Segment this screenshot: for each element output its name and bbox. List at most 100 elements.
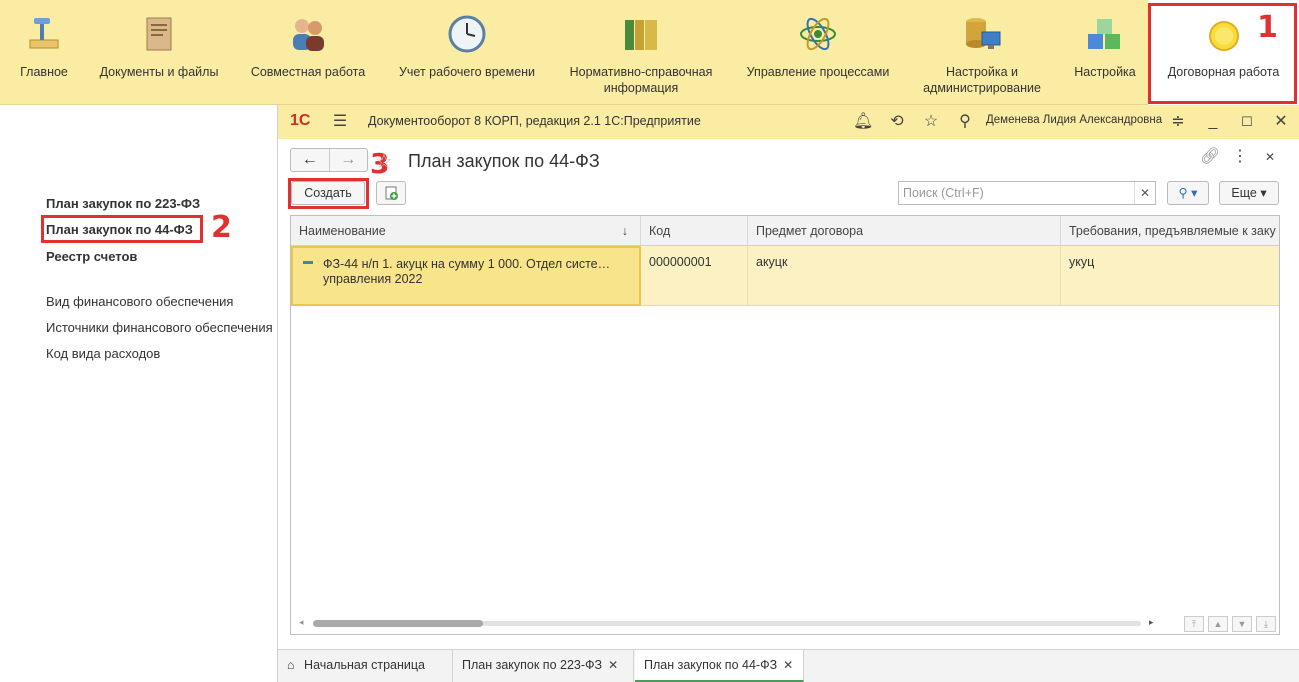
column-header-requirements[interactable]: Требования, предъявляемые к заку (1061, 216, 1279, 246)
search-icon[interactable]: ⚲ (955, 112, 975, 132)
cell-name[interactable]: ФЗ-44 н/п 1. акуцк на сумму 1 000. Отдел… (291, 246, 641, 306)
logo-1c: 1С (290, 112, 311, 129)
app-window: 1С ☰ Документооборот 8 КОРП, редакция 2.… (277, 105, 1299, 682)
nav-buttons: ← → (290, 148, 368, 172)
section-documents[interactable]: Документы и файлы (88, 0, 230, 105)
tab-label: План закупок по 223-ФЗ (462, 658, 603, 672)
form-title: План закупок по 44-ФЗ (408, 151, 600, 171)
tab-close-icon[interactable]: ✕ (608, 658, 618, 672)
section-label: Настройка (1074, 65, 1136, 79)
section-label: Настройка и администрирование (923, 65, 1041, 95)
scroll-down-icon[interactable]: ▼ (1232, 616, 1252, 632)
back-arrow-icon[interactable]: ← (291, 149, 329, 171)
more-vertical-icon[interactable]: ⋮ (1230, 147, 1250, 167)
section-label: Главное (20, 65, 68, 79)
bell-icon[interactable]: 🔔︎ (853, 112, 873, 132)
window-titlebar: 1С ☰ Документооборот 8 КОРП, редакция 2.… (278, 105, 1299, 139)
data-table: Наименование ↓ Код Предмет договора Требо… (290, 215, 1280, 635)
scroll-left-icon[interactable]: ◂ (299, 617, 304, 628)
section-reference-info[interactable]: Нормативно-справочная информация (548, 0, 734, 105)
horizontal-scrollbar[interactable]: ◂ ▸ ⤒ ▲ ▼ ⤓ (291, 612, 1279, 634)
search-placeholder: Поиск (Ctrl+F) (903, 186, 984, 200)
settings-menu-icon[interactable]: ≑ (1168, 112, 1188, 132)
marker-2: 2 (211, 210, 232, 245)
document-folder-icon (139, 14, 179, 54)
link-icon[interactable]: 🔗︎ (1200, 147, 1220, 167)
search-field[interactable]: Поиск (Ctrl+F) ✕ (898, 181, 1156, 205)
marker-1: 1 (1257, 10, 1278, 45)
list-form: ← → 3 ☆ План закупок по 44-ФЗ 🔗︎ ⋮ ✕ Соз… (278, 139, 1299, 649)
tab-plan-223[interactable]: План закупок по 223-ФЗ ✕ (453, 650, 634, 682)
close-icon[interactable]: ✕ (1271, 112, 1291, 132)
section-label: Документы и файлы (99, 65, 219, 79)
tab-label: План закупок по 44-ФЗ (644, 658, 778, 672)
history-icon[interactable]: ⟲ (887, 112, 907, 132)
cell-name-line2: управления 2022 (323, 272, 423, 286)
table-row[interactable]: ФЗ-44 н/п 1. акуцк на сумму 1 000. Отдел… (291, 246, 1279, 306)
window-title: Документооборот 8 КОРП, редакция 2.1 1С:… (368, 114, 701, 128)
desk-lamp-icon (24, 14, 64, 54)
clear-icon[interactable]: ✕ (1134, 182, 1155, 204)
more-button[interactable]: Еще ▾ (1219, 181, 1279, 205)
section-settings[interactable]: Настройка (1062, 0, 1148, 105)
section-time-tracking[interactable]: Учет рабочего времени (386, 0, 548, 105)
scroll-right-icon[interactable]: ▸ (1149, 617, 1154, 628)
search-options-button[interactable]: ⚲ ▾ (1167, 181, 1209, 205)
user-name[interactable]: Деменева Лидия Александровна (986, 114, 1162, 126)
clock-icon (447, 14, 487, 54)
item-marker-icon (303, 261, 313, 264)
home-icon: ⌂ (287, 658, 295, 672)
column-header-name[interactable]: Наименование ↓ (291, 216, 641, 246)
cell-code[interactable]: 000000001 (641, 246, 748, 306)
highlight-box-2 (41, 215, 203, 243)
star-icon[interactable]: ☆ (921, 112, 941, 132)
minimize-icon[interactable]: _ (1203, 112, 1223, 132)
nav-item-financing-type[interactable]: Вид финансового обеспечения (46, 294, 233, 309)
column-header-code[interactable]: Код (641, 216, 748, 246)
cell-name-line1: ФЗ-44 н/п 1. акуцк на сумму 1 000. Отдел… (323, 257, 611, 271)
nav-item-invoice-registry[interactable]: Реестр счетов (46, 249, 137, 264)
navigation-panel: План закупок по 223-ФЗ План закупок по 4… (0, 105, 277, 682)
highlight-box-3 (288, 178, 369, 209)
nav-item-financing-sources[interactable]: Источники финансового обеспечения (46, 320, 273, 335)
binders-icon (621, 14, 661, 54)
cell-subject[interactable]: акуцк (748, 246, 1061, 306)
section-label: Совместная работа (250, 65, 366, 79)
section-label: Управление процессами (746, 65, 890, 79)
more-label: Еще (1231, 186, 1257, 200)
scroll-top-icon[interactable]: ⤒ (1184, 616, 1204, 632)
column-header-subject[interactable]: Предмет договора (748, 216, 1061, 246)
form-close-icon[interactable]: ✕ (1260, 147, 1280, 167)
open-windows-bar: ⌂ Начальная страница План закупок по 223… (278, 649, 1299, 682)
nav-item-plan-223[interactable]: План закупок по 223-ФЗ (46, 196, 200, 211)
database-computer-icon (962, 14, 1002, 54)
nav-item-expense-code[interactable]: Код вида расходов (46, 346, 160, 361)
sections-panel: Главное Документы и файлы Совместная раб… (0, 0, 1299, 105)
tab-plan-44[interactable]: План закупок по 44-ФЗ ✕ (635, 650, 804, 682)
tab-close-icon[interactable]: ✕ (783, 658, 793, 672)
tab-label: Начальная страница (304, 658, 425, 672)
scroll-thumb[interactable] (313, 620, 483, 627)
menu-icon[interactable]: ☰ (330, 112, 350, 132)
section-label: Учет рабочего времени (398, 65, 536, 79)
scroll-bottom-icon[interactable]: ⤓ (1256, 616, 1276, 632)
sort-arrow-icon: ↓ (621, 224, 628, 238)
column-label: Наименование (299, 224, 386, 238)
scroll-up-icon[interactable]: ▲ (1208, 616, 1228, 632)
users-icon (288, 14, 328, 54)
create-copy-button[interactable] (376, 181, 406, 205)
section-administration[interactable]: Настройка и администрирование (902, 0, 1062, 105)
section-collaboration[interactable]: Совместная работа (230, 0, 386, 105)
tab-home[interactable]: ⌂ Начальная страница (278, 650, 453, 682)
section-process-management[interactable]: Управление процессами (734, 0, 902, 105)
app-root: Главное Документы и файлы Совместная раб… (0, 0, 1299, 682)
section-main[interactable]: Главное (0, 0, 88, 105)
cell-requirements[interactable]: укуц (1061, 246, 1279, 306)
add-document-icon (385, 186, 398, 200)
table-header: Наименование ↓ Код Предмет договора Требо… (291, 216, 1279, 246)
favorite-star-icon[interactable]: ☆ (375, 149, 393, 174)
maximize-icon[interactable]: ☐ (1237, 112, 1257, 132)
process-atom-icon (798, 14, 838, 54)
cubes-icon (1085, 14, 1125, 54)
forward-arrow-icon[interactable]: → (328, 149, 368, 171)
